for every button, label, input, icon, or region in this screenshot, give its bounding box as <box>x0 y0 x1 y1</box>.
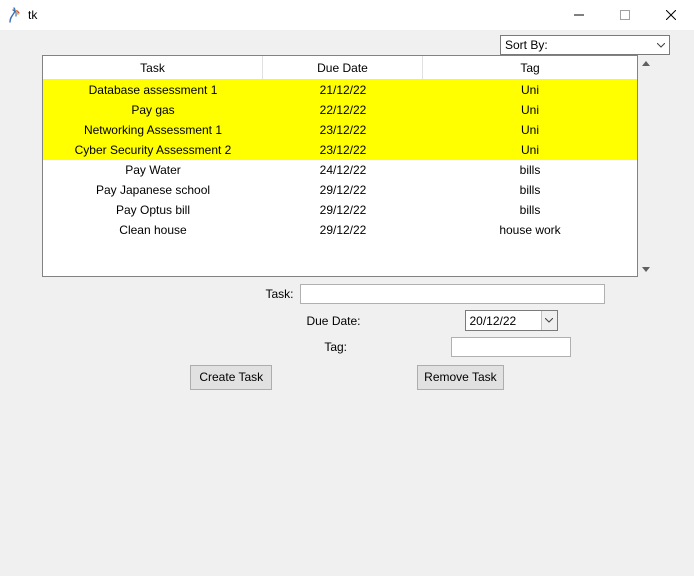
chevron-down-icon <box>653 36 669 54</box>
cell-date: 24/12/22 <box>263 160 423 180</box>
column-header-tag[interactable]: Tag <box>423 56 637 80</box>
vertical-scrollbar[interactable] <box>638 55 654 277</box>
cell-tag: bills <box>423 180 637 200</box>
sort-by-label: Sort By: <box>505 38 548 52</box>
scroll-up-arrow-icon[interactable] <box>638 55 654 71</box>
form-row-tag: Tag: <box>123 337 571 357</box>
cell-date: 23/12/22 <box>263 140 423 160</box>
column-header-date[interactable]: Due Date <box>263 56 423 80</box>
table-row[interactable]: Pay Optus bill29/12/22bills <box>43 200 637 220</box>
table-row[interactable]: Cyber Security Assessment 223/12/22Uni <box>43 140 637 160</box>
cell-date: 29/12/22 <box>263 180 423 200</box>
column-header-task[interactable]: Task <box>43 56 263 80</box>
form-row-date: Due Date: 20/12/22 <box>137 310 558 331</box>
tag-input[interactable] <box>451 337 571 357</box>
cell-date: 22/12/22 <box>263 100 423 120</box>
task-table-container: Task Due Date Tag Database assessment 12… <box>42 55 654 277</box>
cell-tag: Uni <box>423 80 637 100</box>
cell-tag: house work <box>423 220 637 240</box>
sort-by-combobox[interactable]: Sort By: <box>500 35 670 55</box>
app-icon <box>6 7 22 23</box>
cell-date: 29/12/22 <box>263 220 423 240</box>
create-task-button[interactable]: Create Task <box>190 365 272 390</box>
cell-tag: bills <box>423 160 637 180</box>
remove-task-button[interactable]: Remove Task <box>417 365 503 390</box>
close-button[interactable] <box>648 0 694 30</box>
due-date-label: Due Date: <box>137 314 367 328</box>
cell-tag: Uni <box>423 120 637 140</box>
window-titlebar: tk <box>0 0 694 30</box>
table-row[interactable]: Pay Japanese school29/12/22bills <box>43 180 637 200</box>
due-date-combobox[interactable]: 20/12/22 <box>465 310 558 331</box>
cell-tag: Uni <box>423 100 637 120</box>
table-row[interactable]: Database assessment 121/12/22Uni <box>43 80 637 100</box>
table-body: Database assessment 121/12/22UniPay gas2… <box>43 80 637 276</box>
task-table[interactable]: Task Due Date Tag Database assessment 12… <box>42 55 638 277</box>
cell-tag: bills <box>423 200 637 220</box>
form-area: Task: Due Date: 20/12/22 Tag: <box>0 284 694 363</box>
button-row: Create Task Remove Task <box>0 365 694 390</box>
due-date-value: 20/12/22 <box>470 314 517 328</box>
cell-task: Pay gas <box>43 100 263 120</box>
tag-label: Tag: <box>123 340 353 354</box>
client-area: Sort By: Task Due Date Tag Database asse… <box>0 30 694 576</box>
cell-task: Pay Japanese school <box>43 180 263 200</box>
cell-task: Cyber Security Assessment 2 <box>43 140 263 160</box>
cell-task: Pay Water <box>43 160 263 180</box>
window-title: tk <box>28 8 37 22</box>
table-row[interactable]: Pay gas22/12/22Uni <box>43 100 637 120</box>
table-row[interactable]: Networking Assessment 123/12/22Uni <box>43 120 637 140</box>
table-row[interactable]: Pay Water24/12/22bills <box>43 160 637 180</box>
minimize-button[interactable] <box>556 0 602 30</box>
task-label: Task: <box>90 287 300 301</box>
cell-task: Pay Optus bill <box>43 200 263 220</box>
cell-date: 21/12/22 <box>263 80 423 100</box>
cell-task: Clean house <box>43 220 263 240</box>
cell-tag: Uni <box>423 140 637 160</box>
maximize-button[interactable] <box>602 0 648 30</box>
task-input[interactable] <box>300 284 605 304</box>
form-row-task: Task: <box>90 284 605 304</box>
cell-task: Networking Assessment 1 <box>43 120 263 140</box>
cell-task: Database assessment 1 <box>43 80 263 100</box>
table-header: Task Due Date Tag <box>43 56 637 80</box>
chevron-down-icon <box>541 311 557 330</box>
cell-date: 23/12/22 <box>263 120 423 140</box>
cell-date: 29/12/22 <box>263 200 423 220</box>
table-row[interactable]: Clean house29/12/22house work <box>43 220 637 240</box>
scroll-down-arrow-icon[interactable] <box>638 261 654 277</box>
